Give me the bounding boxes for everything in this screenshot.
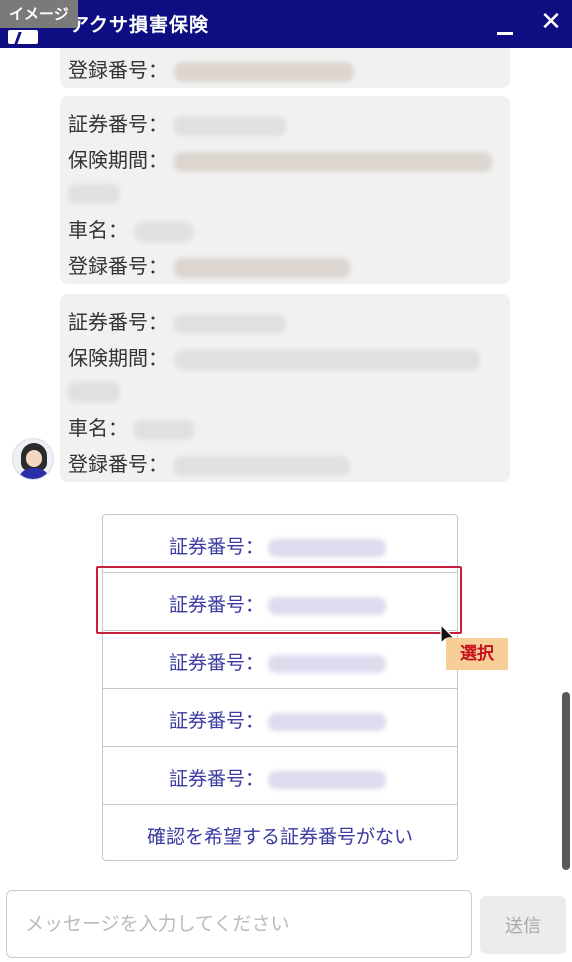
message-row [68,180,120,204]
message-row: 証券番号： [68,108,286,137]
option-label: 証券番号： [169,536,265,558]
redacted-value [174,61,354,82]
registration-label: 登録番号： [68,58,168,82]
option-label: 証券番号： [169,768,265,790]
redacted-value [174,115,286,136]
policy-option[interactable]: 証券番号： [103,689,457,747]
registration-label: 登録番号： [68,254,168,278]
policy-option[interactable]: 証券番号： [103,631,457,689]
redacted-value [268,596,387,615]
send-button[interactable]: 送信 [480,896,566,954]
policy-options-list: 証券番号： 証券番号： 証券番号： 証券番号： 証券番号： 確認を希望する証券番… [102,514,458,861]
message-bubble: 証券番号： 保険期間： 車名： 登録番号： [60,96,510,284]
redacted-value [174,313,286,334]
minimize-button[interactable] [490,8,520,38]
option-label: 証券番号： [169,594,265,616]
registration-label: 登録番号： [68,452,168,476]
redacted-value [268,654,387,673]
title-bar: アクサ損害保険 ✕ [0,0,572,48]
redacted-value [174,455,350,476]
redacted-value [174,151,492,172]
chat-area[interactable]: 登録番号： 証券番号： 保険期間： 車名： 登録番号： 証券番号： 保険期間： [0,48,572,882]
message-row: 証券番号： [68,306,286,335]
redacted-value [268,538,387,557]
car-label: 車名： [68,218,128,242]
policy-label: 証券番号： [68,112,168,136]
message-row: 車名： [68,412,194,441]
period-label: 保険期間： [68,346,168,370]
message-input[interactable] [6,890,472,958]
redacted-value [134,221,194,242]
app-title: アクサ損害保険 [70,14,210,36]
redacted-value [174,349,480,370]
message-row: 登録番号： [68,448,350,477]
option-label: 証券番号： [169,710,265,732]
redacted-value [68,183,120,204]
chat-scrollbar[interactable] [562,692,570,870]
message-row: 保険期間： [68,144,492,173]
message-row: 車名： [68,214,194,243]
car-label: 車名： [68,416,128,440]
no-policy-option[interactable]: 確認を希望する証券番号がない [103,805,457,863]
redacted-value [68,381,120,402]
message-row: 登録番号： [68,250,350,279]
agent-avatar [12,438,54,480]
logo-icon [8,30,38,44]
redacted-value [174,257,350,278]
option-label: 証券番号： [169,652,265,674]
message-row: 保険期間： [68,342,480,371]
period-label: 保険期間： [68,148,168,172]
message-row: 登録番号： [68,54,354,83]
redacted-value [134,419,194,440]
message-bubble: 登録番号： [60,48,510,88]
policy-option[interactable]: 証券番号： [103,515,457,573]
policy-option-selected[interactable]: 証券番号： [103,573,457,631]
policy-label: 証券番号： [68,310,168,334]
select-tag: 選択 [446,638,508,670]
policy-option[interactable]: 証券番号： [103,747,457,805]
message-bubble: 証券番号： 保険期間： 車名： 登録番号： [60,294,510,482]
image-badge: イメージ [0,0,78,28]
redacted-value [268,770,387,789]
redacted-value [268,712,387,731]
minimize-icon [497,32,513,35]
option-label: 確認を希望する証券番号がない [146,826,413,848]
close-button[interactable]: ✕ [536,8,566,38]
message-row [68,378,120,402]
